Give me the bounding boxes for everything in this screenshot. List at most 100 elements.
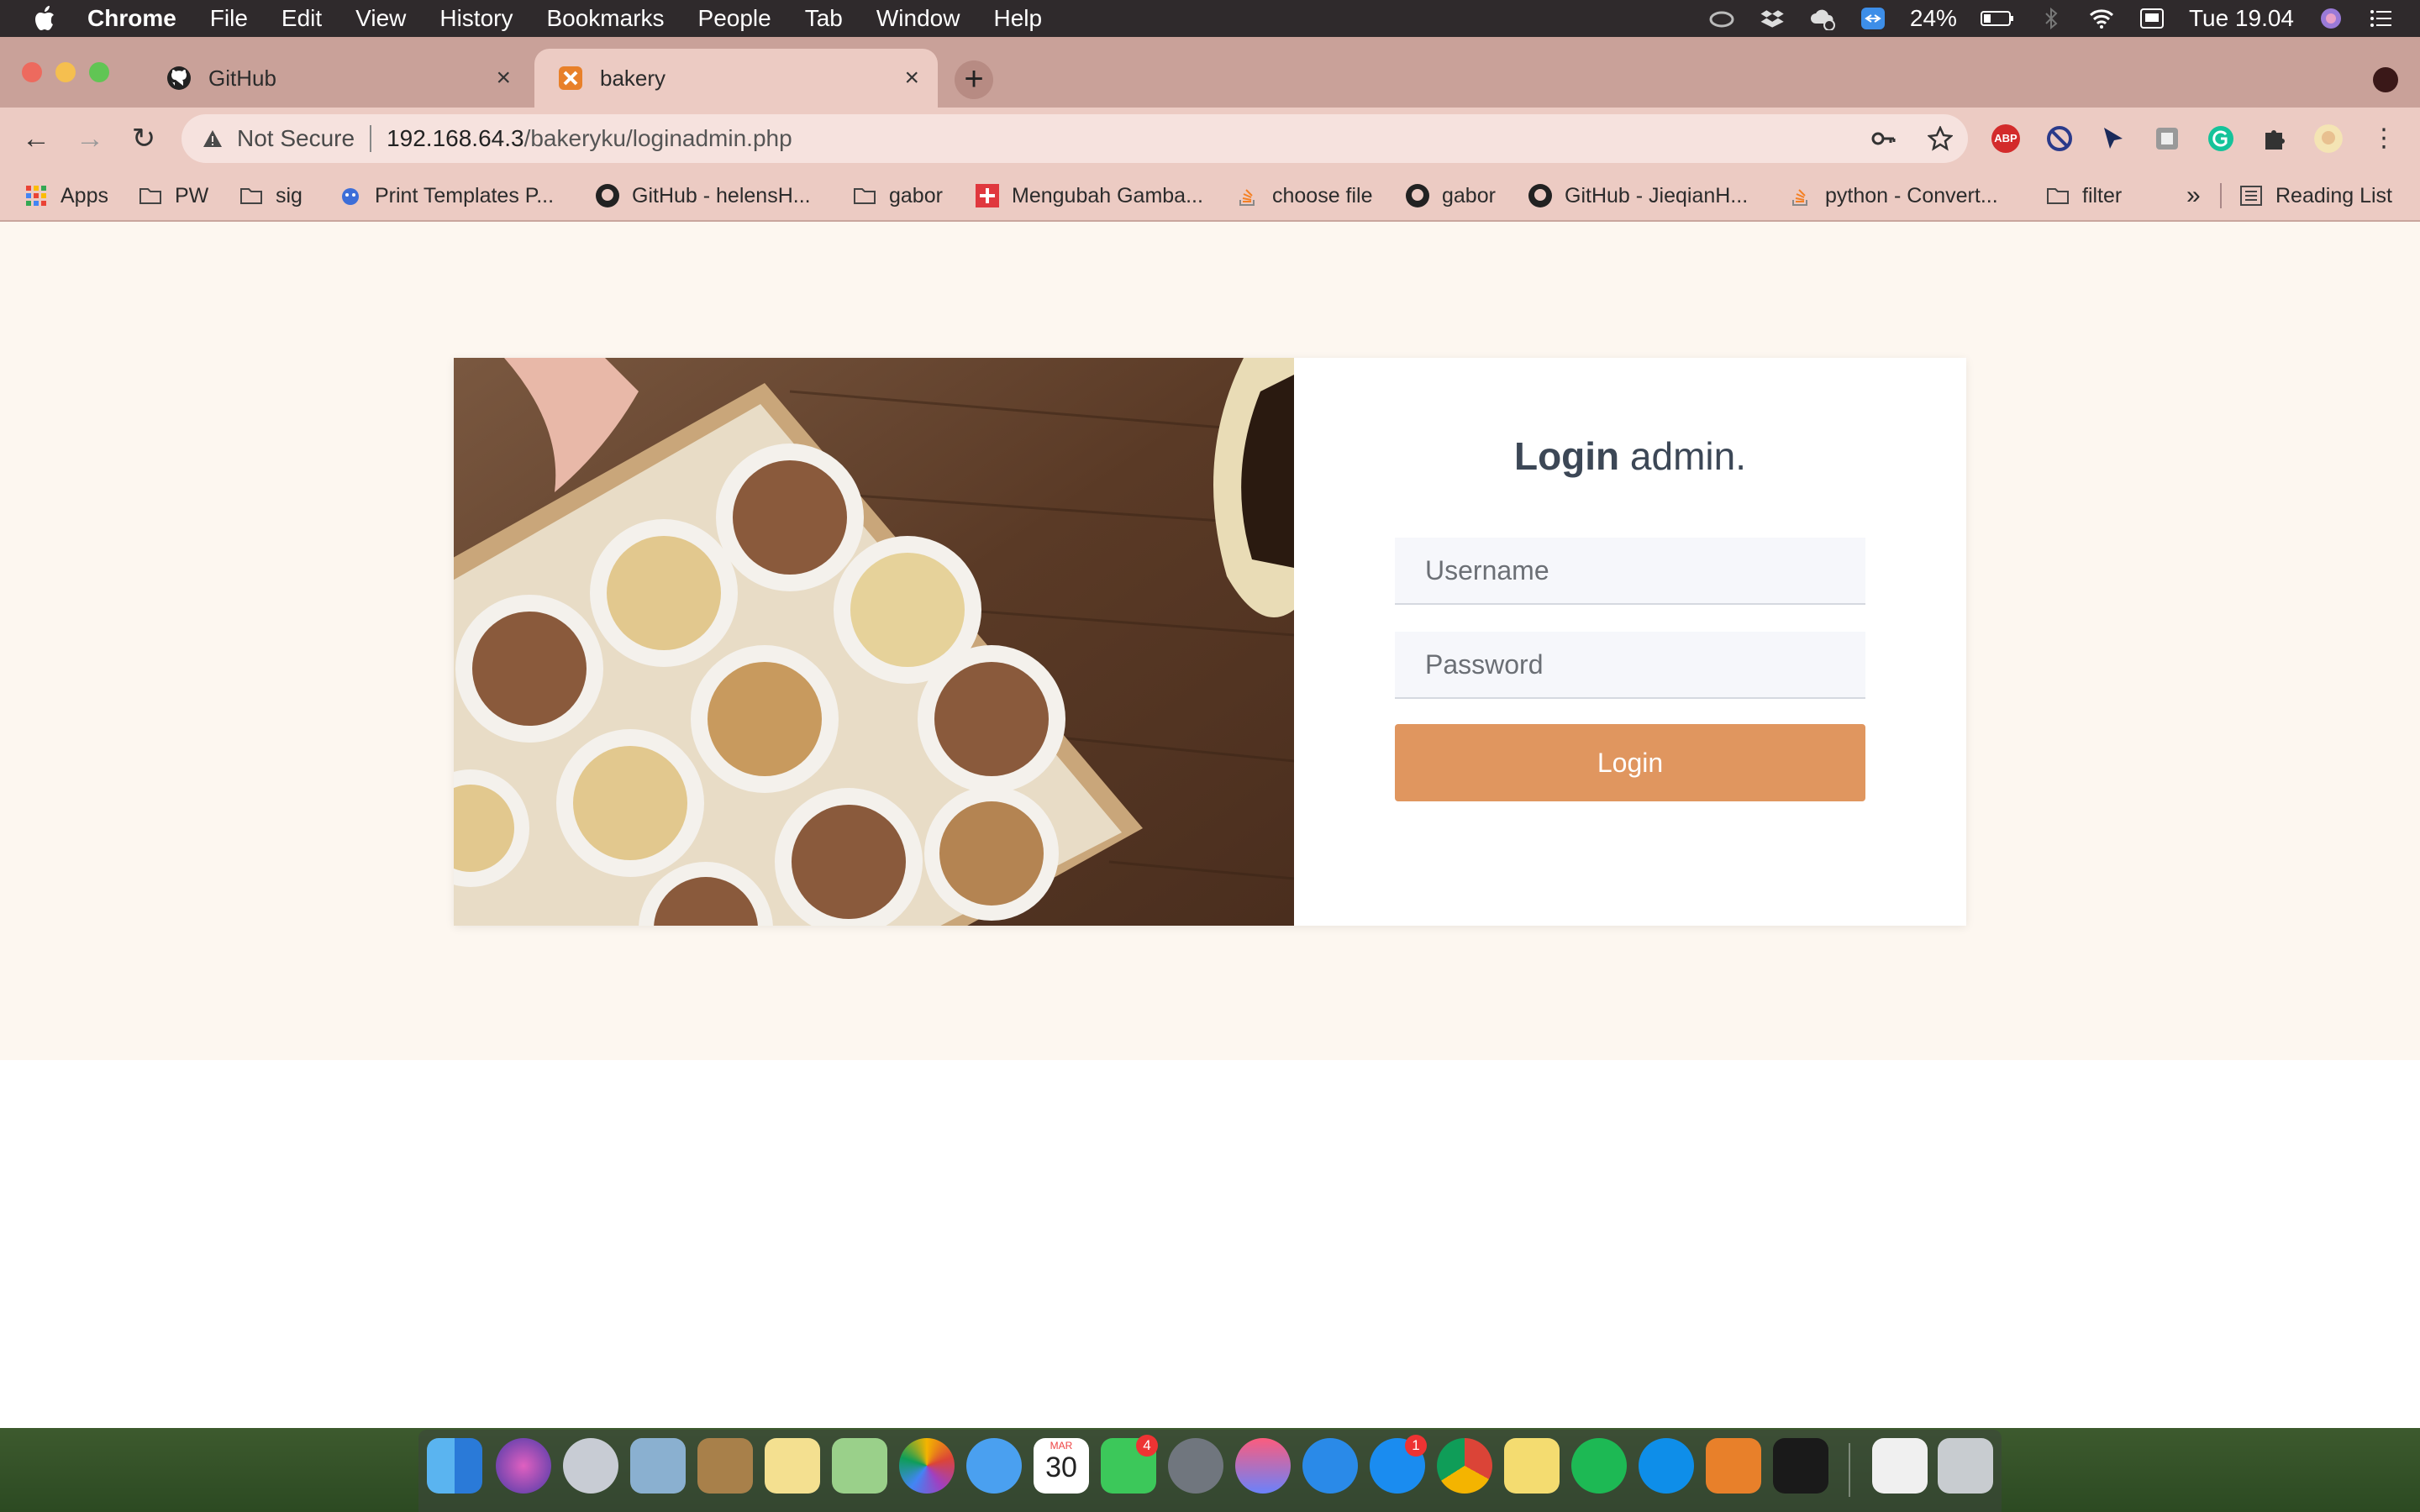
page-viewport: Login admin. Login — [0, 222, 2420, 1428]
chrome-icon[interactable] — [1437, 1438, 1492, 1494]
notification-center-icon[interactable] — [2368, 7, 2395, 30]
zoom-window-button[interactable] — [89, 62, 109, 82]
minimize-window-button[interactable] — [55, 62, 76, 82]
wifi-icon[interactable] — [2088, 7, 2115, 30]
safari-icon[interactable] — [1302, 1438, 1358, 1494]
key-icon[interactable] — [1870, 126, 1896, 151]
document-icon[interactable] — [1872, 1438, 1928, 1494]
tab-title: GitHub — [208, 65, 276, 91]
bookmark-label: GitHub - helensH... — [632, 183, 811, 207]
stickies-icon[interactable] — [1504, 1438, 1560, 1494]
menu-bookmarks[interactable]: Bookmarks — [546, 5, 664, 32]
tab-github[interactable]: GitHub × — [143, 49, 529, 108]
close-window-button[interactable] — [22, 62, 42, 82]
trash-icon[interactable] — [1938, 1438, 1993, 1494]
bookmark-mengubah-gambar[interactable]: Mengubah Gamba... — [975, 180, 1203, 212]
login-title: Login admin. — [1294, 433, 1966, 479]
siri-icon[interactable] — [2317, 7, 2344, 30]
folder-icon — [854, 188, 876, 204]
bookmark-python-convert[interactable]: python - Convert... — [1788, 180, 1998, 212]
menu-edit[interactable]: Edit — [281, 5, 322, 32]
profile-avatar[interactable] — [2314, 124, 2343, 153]
back-button[interactable]: ← — [17, 119, 55, 158]
cloud-sync-icon[interactable] — [1809, 7, 1836, 30]
bookmark-github-jieqian[interactable]: GitHub - JieqianH... — [1528, 180, 1748, 212]
folder-icon — [2047, 188, 2069, 204]
tab-search-button[interactable] — [2373, 67, 2398, 92]
bookmark-label: gabor — [889, 183, 943, 207]
menu-history[interactable]: History — [439, 5, 513, 32]
menu-window[interactable]: Window — [876, 5, 960, 32]
notes-icon[interactable] — [765, 1438, 820, 1494]
creative-cloud-icon[interactable] — [1708, 7, 1735, 30]
bookmark-label: python - Convert... — [1825, 183, 1998, 207]
close-tab-icon[interactable]: × — [496, 64, 511, 92]
stackoverflow-icon — [1792, 189, 1807, 206]
folder-icon — [139, 188, 161, 204]
bookmark-choose-file[interactable]: choose file — [1235, 180, 1373, 212]
grammarly-icon[interactable] — [2207, 124, 2235, 153]
bookmark-folder-pw[interactable]: PW — [138, 180, 208, 212]
close-tab-icon[interactable]: × — [904, 64, 919, 92]
battery-icon[interactable] — [1980, 7, 2014, 30]
input-source-icon[interactable] — [2139, 7, 2165, 30]
reload-button[interactable]: ↻ — [124, 119, 163, 158]
chrome-menu-icon[interactable]: ⋮ — [2365, 119, 2403, 158]
bookmark-github-helens[interactable]: GitHub - helensH... — [595, 180, 811, 212]
bluetooth-icon[interactable] — [2038, 7, 2065, 30]
tab-bakery[interactable]: bakery × — [534, 49, 938, 108]
warning-icon[interactable] — [202, 128, 224, 150]
bookmark-label: PW — [175, 183, 209, 207]
login-title-rest: admin. — [1619, 434, 1747, 478]
menu-clock[interactable]: Tue 19.04 — [2189, 5, 2294, 32]
itunes-icon[interactable] — [1235, 1438, 1291, 1494]
bookmark-folder-sig[interactable]: sig — [239, 180, 302, 212]
launchpad-icon[interactable] — [563, 1438, 618, 1494]
siri-icon[interactable] — [496, 1438, 551, 1494]
bookmark-print-templates[interactable]: Print Templates P... — [338, 180, 554, 212]
contacts-icon[interactable] — [697, 1438, 753, 1494]
security-label[interactable]: Not Secure — [237, 125, 355, 152]
reading-list-button[interactable]: Reading List — [2238, 180, 2392, 212]
dropbox-icon[interactable] — [1759, 7, 1786, 30]
menu-file[interactable]: File — [210, 5, 248, 32]
menu-tab[interactable]: Tab — [805, 5, 843, 32]
new-tab-button[interactable]: + — [955, 60, 993, 99]
menu-chrome[interactable]: Chrome — [87, 5, 176, 32]
mail-icon[interactable] — [630, 1438, 686, 1494]
menu-people[interactable]: People — [698, 5, 771, 32]
bookmark-folder-filter[interactable]: filter — [2045, 180, 2122, 212]
address-bar[interactable]: Not Secure 192.168.64.3/bakeryku/loginad… — [182, 114, 1968, 163]
apple-menu-icon[interactable] — [34, 5, 59, 32]
bookmark-gabor-github[interactable]: gabor — [1405, 180, 1496, 212]
facetime-badge: 4 — [1136, 1435, 1158, 1457]
teamviewer-icon[interactable] — [1860, 7, 1886, 30]
block-icon[interactable] — [2045, 124, 2074, 153]
bookmark-apps[interactable]: Apps — [24, 180, 108, 212]
calendar-icon[interactable]: MAR 30 — [1034, 1438, 1089, 1494]
bookmark-folder-gabor[interactable]: gabor — [852, 180, 943, 212]
forward-button[interactable]: → — [71, 119, 109, 158]
photos-icon[interactable] — [899, 1438, 955, 1494]
system-preferences-icon[interactable] — [1168, 1438, 1223, 1494]
username-input[interactable] — [1395, 538, 1865, 605]
extensions-puzzle-icon[interactable] — [2260, 124, 2289, 153]
adblock-icon[interactable]: ABP — [1991, 124, 2020, 153]
login-form: Login admin. Login — [1294, 358, 1966, 926]
cursor-icon[interactable] — [2099, 124, 2128, 153]
messages-icon[interactable] — [966, 1438, 1022, 1494]
spotify-icon[interactable] — [1571, 1438, 1627, 1494]
password-input[interactable] — [1395, 632, 1865, 699]
teamviewer-icon[interactable] — [1639, 1438, 1694, 1494]
finder-icon[interactable] — [427, 1438, 482, 1494]
activity-monitor-icon[interactable] — [1773, 1438, 1828, 1494]
truffles-photo — [454, 358, 1294, 926]
xampp-icon[interactable] — [1706, 1438, 1761, 1494]
menu-view[interactable]: View — [355, 5, 406, 32]
screenshot-extension-icon[interactable] — [2153, 124, 2181, 153]
bookmark-star-icon[interactable] — [1928, 126, 1953, 151]
bookmarks-overflow-button[interactable]: » — [2186, 180, 2201, 212]
menu-help[interactable]: Help — [993, 5, 1042, 32]
maps-icon[interactable] — [832, 1438, 887, 1494]
login-button[interactable]: Login — [1395, 724, 1865, 801]
